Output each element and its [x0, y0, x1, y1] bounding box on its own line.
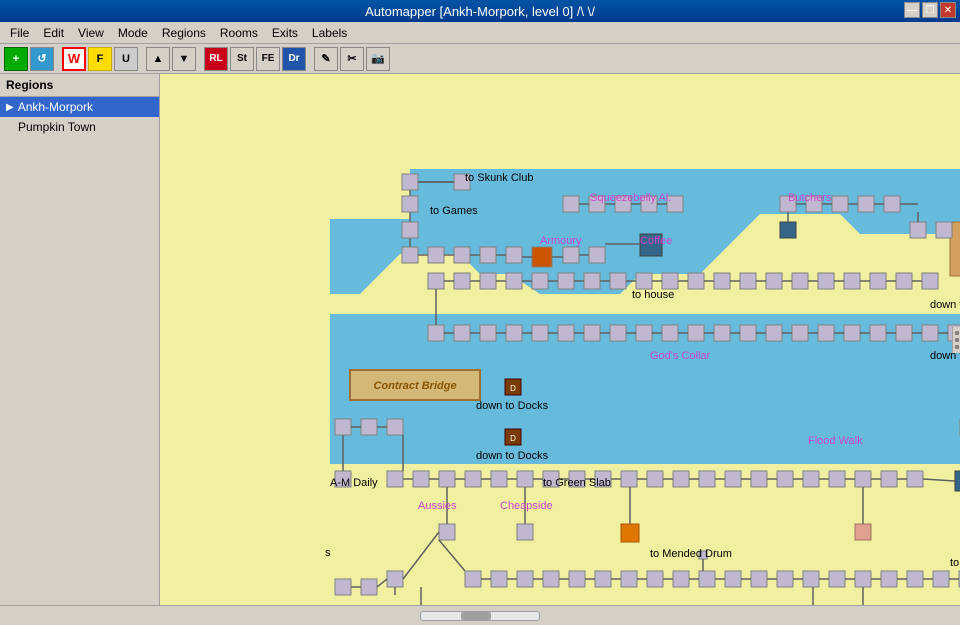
add-button[interactable]: + — [4, 47, 28, 71]
fe-button[interactable]: FE — [256, 47, 280, 71]
minimize-button[interactable]: — — [904, 2, 920, 18]
pencil-button[interactable]: ✎ — [314, 47, 338, 71]
svg-text:to house: to house — [632, 289, 674, 301]
toolbar: + ↺ W F U ▲ ▼ RL St FE Dr ✎ ✂ 📷 — [0, 44, 960, 74]
svg-text:to Skunk Club: to Skunk Club — [465, 172, 533, 184]
rotate-button[interactable]: ↺ — [30, 47, 54, 71]
nav-up-button[interactable]: ▲ — [146, 47, 170, 71]
menu-regions[interactable]: Regions — [156, 24, 212, 42]
menu-mode[interactable]: Mode — [112, 24, 154, 42]
titlebar: Automapper [Ankh-Morpork, level 0] /\ \/… — [0, 0, 960, 22]
region-label: Ankh-Morpork — [18, 100, 93, 114]
u-button[interactable]: U — [114, 47, 138, 71]
main-area: Regions ▶ Ankh-Morpork Pumpkin Town — [0, 74, 960, 605]
dr-button[interactable]: Dr — [282, 47, 306, 71]
svg-text:s: s — [325, 547, 331, 559]
svg-text:down to Docks: down to Docks — [476, 450, 549, 462]
map-container[interactable]: Brass Bridge D D — [160, 74, 960, 605]
statusbar — [0, 605, 960, 625]
svg-text:Contract Bridge: Contract Bridge — [373, 380, 456, 392]
sidebar-item-pumpkin-town[interactable]: Pumpkin Town — [0, 117, 159, 137]
scrollbar-thumb[interactable] — [461, 612, 491, 620]
resize-handle[interactable] — [952, 327, 960, 353]
menu-file[interactable]: File — [4, 24, 35, 42]
svg-text:to Mended Drum: to Mended Drum — [650, 548, 732, 560]
close-button[interactable]: ✕ — [940, 2, 956, 18]
svg-text:Armoury: Armoury — [540, 235, 582, 247]
svg-text:to Games: to Games — [430, 205, 478, 217]
svg-text:Squeezebelly Al.: Squeezebelly Al. — [590, 192, 671, 204]
svg-text:Cheapside: Cheapside — [500, 500, 553, 512]
svg-text:God's Collar: God's Collar — [650, 350, 711, 362]
menu-labels[interactable]: Labels — [306, 24, 353, 42]
cut-button[interactable]: ✂ — [340, 47, 364, 71]
f-button[interactable]: F — [88, 47, 112, 71]
expand-arrow: ▶ — [6, 102, 14, 113]
rl-button[interactable]: RL — [204, 47, 228, 71]
map-svg: Brass Bridge D D — [160, 74, 960, 605]
camera-button[interactable]: 📷 — [366, 47, 390, 71]
svg-text:D: D — [510, 384, 516, 393]
scrollbar-area — [4, 611, 956, 621]
restore-button[interactable]: ❐ — [922, 2, 938, 18]
titlebar-controls: — ❐ ✕ — [904, 2, 956, 18]
svg-text:down to Docks: down to Docks — [476, 400, 549, 412]
sidebar-item-ankh-morpork[interactable]: ▶ Ankh-Morpork — [0, 97, 159, 117]
st-button[interactable]: St — [230, 47, 254, 71]
sidebar-header: Regions — [0, 74, 159, 97]
menu-exits[interactable]: Exits — [266, 24, 304, 42]
menu-view[interactable]: View — [72, 24, 110, 42]
nav-down-button[interactable]: ▼ — [172, 47, 196, 71]
sidebar: Regions ▶ Ankh-Morpork Pumpkin Town — [0, 74, 160, 605]
w-button[interactable]: W — [62, 47, 86, 71]
svg-text:A-M Daily: A-M Daily — [330, 477, 378, 489]
svg-text:to Green Slab: to Green Slab — [543, 477, 611, 489]
svg-text:down to Docks: down to Docks — [930, 299, 960, 311]
svg-text:Aussies: Aussies — [418, 500, 457, 512]
title-text: Automapper [Ankh-Morpork, level 0] /\ \/ — [365, 4, 595, 19]
svg-text:Flood Walk: Flood Walk — [808, 435, 863, 447]
menu-edit[interactable]: Edit — [37, 24, 70, 42]
menu-rooms[interactable]: Rooms — [214, 24, 264, 42]
menubar: File Edit View Mode Regions Rooms Exits … — [0, 22, 960, 44]
horizontal-scrollbar[interactable] — [420, 611, 540, 621]
svg-text:Coffee: Coffee — [640, 235, 672, 247]
svg-text:to Assassin Gld.: to Assassin Gld. — [950, 557, 960, 569]
svg-text:Butchers: Butchers — [788, 192, 832, 204]
svg-text:D: D — [510, 434, 516, 443]
